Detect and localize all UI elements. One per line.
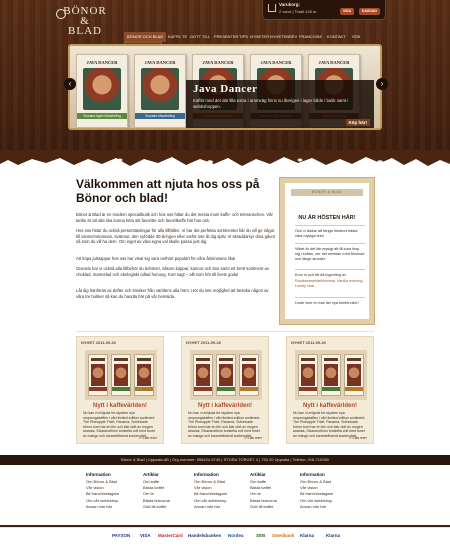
logo-ornament-icon: [56, 9, 66, 19]
nav-item-gott-till[interactable]: GOTT TILL: [190, 32, 210, 42]
footer-column-title: Information: [300, 472, 325, 477]
bag-variety: Sumatra Aged Mandheling: [83, 114, 121, 118]
slider-prev-arrow-icon[interactable]: ‹: [64, 78, 76, 90]
page: BÖNOR & BLAD Varukorg: 2 varor | Totalt …: [0, 0, 450, 550]
buy-here-button[interactable]: Köp här!: [345, 119, 370, 126]
sidebar-text: Unde vem en bok del nya teleförvärs?: [295, 301, 359, 305]
sidebar-tea-link[interactable]: Rooibosmandelblomma, Vanilla evening, Lo…: [295, 279, 365, 289]
mastercard-logo: MasterCard: [158, 533, 183, 538]
nav-item-tips[interactable]: TIPS: [239, 32, 248, 42]
coffee-bag-thumb: [298, 354, 318, 396]
sidebar-divider: [295, 243, 365, 244]
payment-logos: PAYSON VISA MasterCard Handelsbanken Nor…: [0, 527, 450, 550]
intro-paragraph: Hos oss hittar du också presenttävlingar…: [76, 228, 276, 245]
nav-item-sok[interactable]: SÖK: [352, 32, 360, 42]
bag-artwork: [141, 68, 179, 110]
bag-brand: JAVA DANCER: [318, 60, 350, 65]
coffee-bag-thumb: [216, 354, 236, 396]
news-card: NYHET 2011-09-26 Nytt i kaffevärlden! Nu…: [181, 336, 269, 444]
nav-item-nyhetsbrev[interactable]: NYHETSBREV: [270, 32, 297, 42]
bag-artwork: [83, 68, 121, 110]
sidebar-divider: [295, 269, 365, 270]
news-image[interactable]: [190, 350, 262, 400]
news-title[interactable]: Nytt i kaffevärlden!: [182, 403, 268, 409]
coffee-bag-thumb: [344, 354, 364, 396]
intro-paragraph: Låt dig hänföras av dofter och smaker fr…: [76, 288, 269, 299]
intro-paragraph: Att köpa julstappar hos oss har visat si…: [76, 256, 236, 261]
sidebar-divider: [295, 225, 365, 226]
slide-text: Kaffet med det där lilla extra i aromväg…: [193, 98, 349, 109]
klarna-logo: Klarna: [300, 533, 315, 538]
cart-icon: [268, 4, 276, 12]
news-image[interactable]: [85, 350, 157, 400]
coffee-bag-thumb: [321, 354, 341, 396]
seb-logo: SEB: [256, 533, 266, 538]
intro-paragraph: Bönor & Blad är en modern specialbutik o…: [76, 212, 273, 223]
bag-brand: JAVA DANCER: [144, 60, 176, 65]
coffee-bag-thumb: [239, 354, 259, 396]
news-date: NYHET 2011-09-26: [186, 340, 221, 345]
cart-checkout-button[interactable]: KASSAN: [359, 8, 380, 15]
torn-paper-edge: [0, 150, 450, 166]
news-card: NYHET 2011-09-26 Nytt i kaffevärlden! Nu…: [76, 336, 164, 444]
sidebar-title: NU ÄR HÖSTEN HÄR!: [298, 215, 356, 221]
nav-item-franchise[interactable]: FRANCHISE: [299, 32, 322, 42]
footer-address: Bönor & Blad | Uppsala AB | Org.nummer: …: [121, 457, 329, 462]
coffee-bag-thumb: [134, 354, 154, 396]
visa-logo: VISA: [140, 533, 151, 538]
sidebar-text: Viktet är det lite mysigt att få kura ih…: [295, 247, 365, 261]
nav-item-presenter[interactable]: PRESENTER: [214, 32, 238, 42]
bag-brand: JAVA DANCER: [202, 60, 234, 65]
bag-brand: JAVA DANCER: [260, 60, 292, 65]
news-title[interactable]: Nytt i kaffevärlden!: [287, 403, 373, 409]
sidebar-text: Och vi älskar att tänga höstens bästa vå…: [295, 229, 358, 238]
footer-column: Information Om Bönor & Blad Vår vision B…: [300, 472, 370, 510]
intro-paragraph: Givetvis har vi också alla tillbehör du …: [76, 266, 269, 277]
news-image[interactable]: [295, 350, 367, 400]
klarna-logo: Klarna: [326, 533, 341, 538]
cart-title: Varukorg:: [279, 2, 301, 7]
slide-caption: Java Dancer Kaffet med det där lilla ext…: [186, 80, 374, 128]
page-title: Välkommen att njuta hos oss på Bönor och…: [76, 177, 260, 205]
handelsbanken-logo: Handelsbanken: [188, 533, 222, 538]
swedbank-logo: Swedbank: [272, 533, 295, 538]
cart-summary: 2 varor | Totalt 149 kr.: [279, 9, 318, 14]
cart-widget: Varukorg: 2 varor | Totalt 149 kr. VISA …: [262, 0, 386, 20]
bag-brand: JAVA DANCER: [86, 60, 118, 65]
nav-item-bonor-och-blad[interactable]: BÖNOR OCH BLAD: [124, 32, 167, 42]
coffee-bag-thumb: [193, 354, 213, 396]
news-title[interactable]: Nytt i kaffevärlden!: [77, 403, 163, 409]
sidebar-text: Kom in och titt då ingenting av: [295, 273, 346, 277]
slider-next-arrow-icon[interactable]: ›: [376, 78, 388, 90]
payson-logo: PAYSON: [112, 533, 131, 538]
sidebar-divider: [295, 297, 365, 298]
logo-line-2: & BLAD: [68, 15, 102, 37]
coffee-bag: JAVA DANCER Sumatra Aged Mandheling: [76, 54, 128, 128]
bag-variety: Sumatra Mandheling: [145, 114, 175, 118]
read-more-link[interactable]: » Läs mer: [139, 435, 157, 440]
news-date: NYHET 2011-09-26: [291, 340, 326, 345]
coffee-bag-thumb: [111, 354, 131, 396]
sidebar-ribbon: BÖNOR & BLAD: [291, 189, 363, 196]
coffee-bag: JAVA DANCER Sumatra Mandheling: [134, 54, 186, 128]
news-date: NYHET 2011-09-26: [81, 340, 116, 345]
news-card: NYHET 2011-09-26 Nytt i kaffevärlden! Nu…: [286, 336, 374, 444]
main-nav: BÖNOR OCH BLAD KAFFE TE GOTT TILL PRESEN…: [124, 32, 368, 42]
products-divider: [76, 331, 374, 332]
footer-address-bar: Bönor & Blad | Uppsala AB | Org.nummer: …: [0, 455, 450, 465]
nav-item-kontakt[interactable]: KONTAKT: [327, 32, 346, 42]
logo[interactable]: BÖNOR & BLAD: [56, 6, 108, 37]
footer-link[interactable]: Annan info här: [300, 504, 370, 510]
read-more-link[interactable]: » Läs mer: [349, 435, 367, 440]
read-more-link[interactable]: » Läs mer: [244, 435, 262, 440]
nav-item-te[interactable]: TE: [182, 32, 187, 42]
slide-title: Java Dancer: [193, 83, 258, 95]
coffee-bag-thumb: [88, 354, 108, 396]
nav-item-kaffe[interactable]: KAFFE: [168, 32, 181, 42]
nav-item-nyheter[interactable]: NYHETER: [250, 32, 269, 42]
nordea-logo: Nordea: [228, 533, 244, 538]
hero-slider[interactable]: JAVA DANCER Sumatra Aged Mandheling JAVA…: [68, 44, 382, 130]
autumn-sidebar: BÖNOR & BLAD NU ÄR HÖSTEN HÄR! Och vi äl…: [279, 177, 375, 325]
cart-show-button[interactable]: VISA: [340, 8, 355, 15]
